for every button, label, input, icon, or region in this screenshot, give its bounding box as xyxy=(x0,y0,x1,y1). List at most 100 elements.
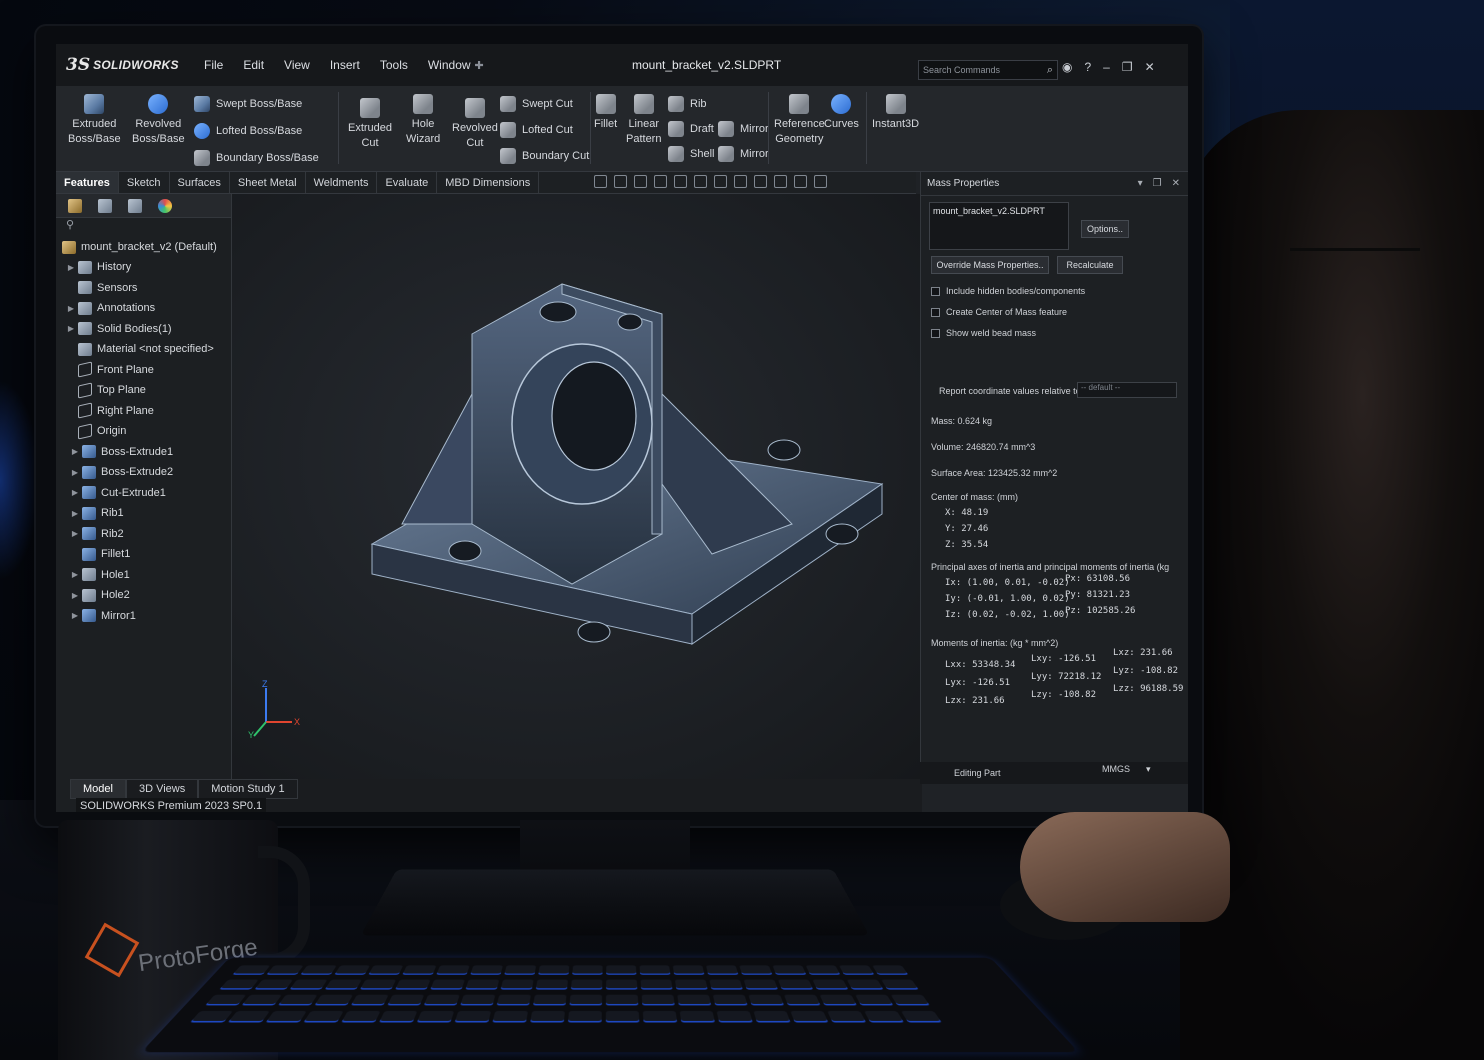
expand-caret-icon[interactable]: ▶ xyxy=(68,591,82,600)
previous-view-icon[interactable] xyxy=(634,175,647,188)
swept-cut-button[interactable]: Swept Cut xyxy=(500,96,573,112)
menu-insert[interactable]: Insert xyxy=(330,58,360,72)
create-com-checkbox[interactable]: Create Center of Mass feature xyxy=(931,307,1067,317)
tree-item-material-not-specified[interactable]: Material <not specified> xyxy=(64,340,214,358)
tree-item-right-plane[interactable]: Right Plane xyxy=(64,402,154,420)
tree-item-front-plane[interactable]: Front Plane xyxy=(64,361,154,379)
swept-boss-button[interactable]: Swept Boss/Base xyxy=(194,96,302,112)
tab-sketch[interactable]: Sketch xyxy=(119,172,170,193)
boundary-boss-button[interactable]: Boundary Boss/Base xyxy=(194,150,319,166)
mirror-button[interactable]: Mirror xyxy=(718,121,769,137)
tab-sheet-metal[interactable]: Sheet Metal xyxy=(230,172,306,193)
instant3d-button[interactable]: Instant3D xyxy=(872,94,919,132)
zoom-to-fit-icon[interactable] xyxy=(594,175,607,188)
tree-item-cut-extrude1[interactable]: ▶ Cut-Extrude1 xyxy=(68,484,166,502)
tree-item-sensors[interactable]: Sensors xyxy=(64,279,137,297)
expand-caret-icon[interactable]: ▶ xyxy=(68,447,82,456)
checkbox[interactable] xyxy=(931,308,940,317)
view-orientation-icon[interactable] xyxy=(694,175,707,188)
tab-3d-views[interactable]: 3D Views xyxy=(126,779,198,799)
pin-icon[interactable]: ✚ xyxy=(475,59,484,72)
menu-window[interactable]: Window xyxy=(428,58,471,72)
menu-file[interactable]: File xyxy=(204,58,223,72)
curves-button[interactable]: Curves xyxy=(824,94,859,132)
tree-item-rib2[interactable]: ▶ Rib2 xyxy=(68,525,124,543)
search-icon[interactable]: ⌕ xyxy=(1047,64,1053,77)
revolved-cut-button[interactable]: Revolved Cut xyxy=(452,98,498,151)
weld-bead-checkbox[interactable]: Show weld bead mass xyxy=(931,328,1036,338)
tree-item-hole2[interactable]: ▶ Hole2 xyxy=(68,586,130,604)
zoom-to-area-icon[interactable] xyxy=(614,175,627,188)
tree-item-rib1[interactable]: ▶ Rib1 xyxy=(68,504,124,522)
tab-weldments[interactable]: Weldments xyxy=(306,172,378,193)
tree-item-top-plane[interactable]: Top Plane xyxy=(64,381,146,399)
shell-button[interactable]: Shell xyxy=(668,146,714,162)
tree-item-history[interactable]: ▶ History xyxy=(64,258,131,276)
tree-item-solid-bodies-1[interactable]: ▶ Solid Bodies(1) xyxy=(64,320,172,338)
hole-wizard-button[interactable]: Hole Wizard xyxy=(406,94,440,147)
coordinate-system-select[interactable]: -- default -- xyxy=(1077,382,1177,398)
menu-view[interactable]: View xyxy=(284,58,310,72)
collapse-icon[interactable]: ▾ xyxy=(1138,178,1143,189)
rib-button[interactable]: Rib xyxy=(668,96,707,112)
tab-surfaces[interactable]: Surfaces xyxy=(170,172,230,193)
feature-manager-tab-icon[interactable] xyxy=(68,199,82,213)
expand-caret-icon[interactable]: ▶ xyxy=(68,468,82,477)
tab-mbd-dimensions[interactable]: MBD Dimensions xyxy=(437,172,539,193)
graphics-area[interactable] xyxy=(232,194,922,779)
property-manager-tab-icon[interactable] xyxy=(98,199,112,213)
expand-caret-icon[interactable]: ▶ xyxy=(64,263,78,272)
linear-pattern-button[interactable]: Linear Pattern xyxy=(626,94,661,147)
tree-item-fillet1[interactable]: Fillet1 xyxy=(68,545,130,563)
expand-caret-icon[interactable]: ▶ xyxy=(64,304,78,313)
configuration-manager-tab-icon[interactable] xyxy=(128,199,142,213)
help-icon[interactable]: ? xyxy=(1084,60,1091,74)
account-icon[interactable]: ◉ xyxy=(1062,60,1072,74)
boundary-cut-button[interactable]: Boundary Cut xyxy=(500,148,589,164)
bracket-model[interactable] xyxy=(232,194,922,779)
view-settings-icon[interactable] xyxy=(794,175,807,188)
expand-caret-icon[interactable]: ▶ xyxy=(68,570,82,579)
tree-root[interactable]: mount_bracket_v2 (Default) xyxy=(62,238,217,256)
chevron-down-icon[interactable]: ▾ xyxy=(1146,764,1151,775)
expand-caret-icon[interactable]: ▶ xyxy=(68,488,82,497)
recalculate-button[interactable]: Recalculate xyxy=(1057,256,1123,274)
section-view-icon[interactable] xyxy=(654,175,667,188)
minimize-icon[interactable]: – xyxy=(1103,60,1110,74)
extruded-boss-button[interactable]: Extruded Boss/Base xyxy=(68,94,121,147)
filter-icon[interactable]: ⚲ xyxy=(56,218,231,236)
mirror-button-2[interactable]: Mirror xyxy=(718,146,769,162)
hide-show-icon[interactable] xyxy=(734,175,747,188)
tree-item-mirror1[interactable]: ▶ Mirror1 xyxy=(68,607,136,625)
revolved-boss-button[interactable]: Revolved Boss/Base xyxy=(132,94,185,147)
maximize-icon[interactable]: ❐ xyxy=(1122,60,1133,74)
close-icon[interactable]: ✕ xyxy=(1145,60,1155,74)
tree-item-boss-extrude2[interactable]: ▶ Boss-Extrude2 xyxy=(68,463,173,481)
checkbox[interactable] xyxy=(931,329,940,338)
include-hidden-checkbox[interactable]: Include hidden bodies/components xyxy=(931,286,1085,296)
unit-system-select[interactable]: MMGS xyxy=(1102,764,1130,774)
extruded-cut-button[interactable]: Extruded Cut xyxy=(348,98,392,151)
override-mass-properties-button[interactable]: Override Mass Properties.. xyxy=(931,256,1049,274)
options-button[interactable]: Options.. xyxy=(1081,220,1129,238)
tab-evaluate[interactable]: Evaluate xyxy=(377,172,437,193)
tab-model[interactable]: Model xyxy=(70,779,126,799)
checkbox[interactable] xyxy=(931,287,940,296)
tree-item-annotations[interactable]: ▶ Annotations xyxy=(64,299,155,317)
scene-icon[interactable] xyxy=(774,175,787,188)
display-style-icon[interactable] xyxy=(714,175,727,188)
reference-geometry-button[interactable]: Reference Geometry xyxy=(774,94,825,147)
lofted-boss-button[interactable]: Lofted Boss/Base xyxy=(194,123,302,139)
dynamic-annotation-icon[interactable] xyxy=(674,175,687,188)
expand-caret-icon[interactable]: ▶ xyxy=(68,529,82,538)
search-commands-input[interactable]: Search Commands ⌕ xyxy=(918,60,1058,80)
lofted-cut-button[interactable]: Lofted Cut xyxy=(500,122,573,138)
close-panel-icon[interactable]: ✕ xyxy=(1172,178,1180,189)
tree-item-origin[interactable]: Origin xyxy=(64,422,126,440)
tab-motion-study[interactable]: Motion Study 1 xyxy=(198,779,297,799)
selected-items-box[interactable]: mount_bracket_v2.SLDPRT xyxy=(929,202,1069,250)
fillet-button[interactable]: Fillet xyxy=(594,94,617,132)
tree-item-boss-extrude1[interactable]: ▶ Boss-Extrude1 xyxy=(68,443,173,461)
tree-item-hole1[interactable]: ▶ Hole1 xyxy=(68,566,130,584)
expand-caret-icon[interactable]: ▶ xyxy=(64,324,78,333)
